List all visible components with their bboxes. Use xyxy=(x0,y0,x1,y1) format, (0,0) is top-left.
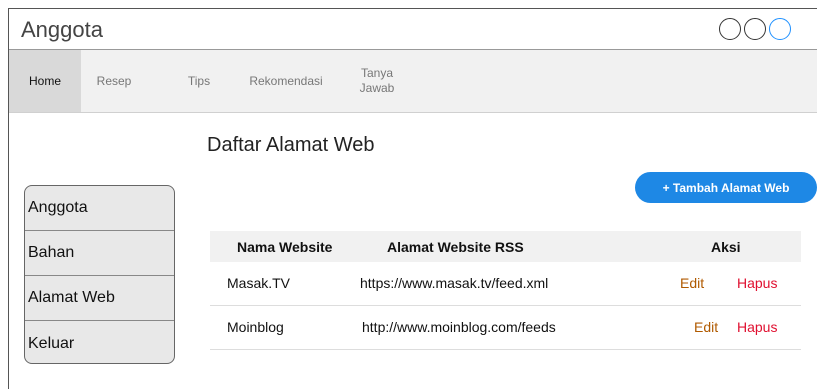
table-header: Nama Website Alamat Website RSS Aksi xyxy=(210,231,801,262)
nav-item-tanya-jawab-label: Tanya Jawab xyxy=(359,66,395,95)
website-name: Masak.TV xyxy=(227,275,291,291)
column-header-rss: Alamat Website RSS xyxy=(387,239,524,255)
nav-item-tanya-jawab[interactable]: Tanya Jawab xyxy=(353,50,401,112)
sidebar-item-alamat-web[interactable]: Alamat Web xyxy=(25,276,174,321)
website-rss-url: https://www.masak.tv/feed.xml xyxy=(360,275,549,291)
nav-item-rekomendasi[interactable]: Rekomendasi xyxy=(236,50,336,112)
edit-link[interactable]: Edit xyxy=(694,319,718,335)
table-row: Moinblog http://www.moinblog.com/feeds E… xyxy=(210,306,801,350)
window-title: Anggota xyxy=(21,17,103,42)
window-control-button-3[interactable] xyxy=(769,18,791,40)
table-row: Masak.TV https://www.masak.tv/feed.xml E… xyxy=(210,262,801,306)
column-header-action: Aksi xyxy=(711,239,741,255)
nav-item-home[interactable]: Home xyxy=(9,50,81,112)
column-header-name: Nama Website xyxy=(237,239,333,255)
top-navigation: Home Resep Tips Rekomendasi Tanya Jawab xyxy=(9,50,817,113)
sidebar-item-anggota[interactable]: Anggota xyxy=(25,186,174,231)
window-control-button-1[interactable] xyxy=(719,18,741,40)
web-address-table: Nama Website Alamat Website RSS Aksi Mas… xyxy=(210,231,801,350)
add-web-address-button[interactable]: + Tambah Alamat Web xyxy=(635,172,817,203)
page-title: Daftar Alamat Web xyxy=(207,134,375,156)
app-window: Anggota Home Resep Tips Rekomendasi Tany… xyxy=(8,8,817,389)
window-control-button-2[interactable] xyxy=(744,18,766,40)
sidebar-item-keluar[interactable]: Keluar xyxy=(25,321,174,363)
nav-item-tips[interactable]: Tips xyxy=(179,50,219,112)
website-rss-url: http://www.moinblog.com/feeds xyxy=(362,319,556,335)
delete-link[interactable]: Hapus xyxy=(737,319,777,335)
nav-item-resep[interactable]: Resep xyxy=(89,50,139,112)
edit-link[interactable]: Edit xyxy=(680,275,704,291)
sidebar-item-bahan[interactable]: Bahan xyxy=(25,231,174,276)
sidebar-menu: Anggota Bahan Alamat Web Keluar xyxy=(24,185,175,364)
delete-link[interactable]: Hapus xyxy=(737,275,777,291)
website-name: Moinblog xyxy=(227,319,284,335)
title-bar: Anggota xyxy=(9,9,817,50)
